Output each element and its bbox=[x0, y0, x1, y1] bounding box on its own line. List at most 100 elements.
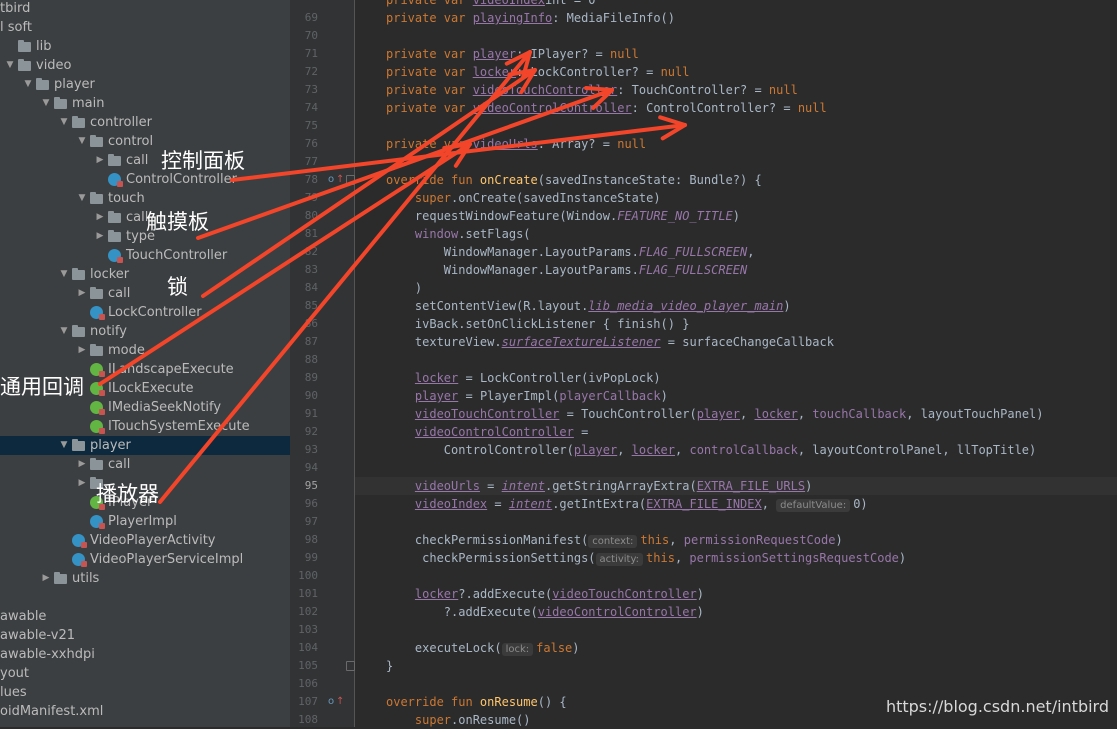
tree-item-awable[interactable]: awable bbox=[0, 607, 290, 626]
code-line[interactable]: } bbox=[386, 657, 393, 675]
chevron-right-icon[interactable]: ▶ bbox=[76, 455, 88, 474]
tree-item-main[interactable]: ▼ main bbox=[0, 94, 290, 113]
go-to-super-icon[interactable]: ↑ bbox=[336, 693, 344, 711]
chevron-right-icon[interactable]: ▶ bbox=[76, 341, 88, 360]
code-line[interactable]: checkPermissionManifest(context: this, pe… bbox=[386, 531, 843, 549]
tree-item-lockcontroller[interactable]: LockController bbox=[0, 303, 290, 322]
chevron-right-icon[interactable]: ▶ bbox=[76, 474, 88, 493]
folder-icon bbox=[90, 192, 103, 204]
code-line[interactable]: WindowManager.LayoutParams.FLAG_FULLSCRE… bbox=[386, 261, 747, 279]
code-line[interactable]: private var player: IPlayer? = null bbox=[386, 45, 639, 63]
tree-item-lib[interactable]: lib bbox=[0, 37, 290, 56]
code-line[interactable]: override fun onCreate(savedInstanceState… bbox=[386, 171, 762, 189]
tree-item-call[interactable]: ▶ call bbox=[0, 208, 290, 227]
code-line[interactable]: private var videoUrls: Array? = null bbox=[386, 135, 646, 153]
tree-item-mode[interactable]: ▶ mode bbox=[0, 341, 290, 360]
tree-item-blank-31[interactable] bbox=[0, 588, 290, 607]
line-number: 92 bbox=[304, 425, 318, 438]
tree-item-label: call bbox=[126, 153, 149, 168]
chevron-down-icon[interactable]: ▼ bbox=[58, 436, 70, 455]
tree-item-label: ILandscapeExecute bbox=[108, 362, 234, 377]
line-number: 101 bbox=[298, 587, 318, 600]
tree-item-touchcontroller[interactable]: TouchController bbox=[0, 246, 290, 265]
code-line[interactable]: player = PlayerImpl(playerCallback) bbox=[386, 387, 668, 405]
line-number: 88 bbox=[304, 353, 318, 366]
code-line[interactable]: videoUrls = intent.getStringArrayExtra(E… bbox=[386, 477, 812, 495]
tree-item-notify[interactable]: ▼ notify bbox=[0, 322, 290, 341]
tree-item-l-soft[interactable]: l soft bbox=[0, 18, 290, 37]
tree-item-player[interactable]: ▼ player bbox=[0, 436, 290, 455]
tree-item-video[interactable]: ▼ video bbox=[0, 56, 290, 75]
tree-item-call[interactable]: ▶ call bbox=[0, 284, 290, 303]
tree-item-controlcontroller[interactable]: ControlController bbox=[0, 170, 290, 189]
chevron-down-icon[interactable]: ▼ bbox=[58, 265, 70, 284]
code-line[interactable]: videoControlController = bbox=[386, 423, 588, 441]
chevron-down-icon[interactable]: ▼ bbox=[40, 94, 52, 113]
code-line[interactable]: override fun onResume() { bbox=[386, 693, 567, 711]
tree-item-locker[interactable]: ▼ locker bbox=[0, 265, 290, 284]
tree-item-lues[interactable]: lues bbox=[0, 683, 290, 702]
chevron-down-icon[interactable]: ▼ bbox=[76, 132, 88, 151]
annotation-player: 播放器 bbox=[96, 482, 159, 506]
code-line[interactable]: ControlController(player, locker, contro… bbox=[386, 441, 1036, 459]
tree-item-videoplayeractivity[interactable]: VideoPlayerActivity bbox=[0, 531, 290, 550]
chevron-right-icon[interactable]: ▶ bbox=[94, 151, 106, 170]
code-line[interactable]: locker = LockController(ivPopLock) bbox=[386, 369, 661, 387]
tree-item-imediaseeknotify[interactable]: IMediaSeekNotify bbox=[0, 398, 290, 417]
code-line[interactable]: videoIndex = intent.getIntExtra(EXTRA_FI… bbox=[386, 495, 868, 513]
fold-marker-icon[interactable] bbox=[346, 661, 355, 671]
override-marker-icon[interactable]: o bbox=[328, 693, 334, 711]
chevron-down-icon[interactable]: ▼ bbox=[58, 322, 70, 341]
code-line[interactable]: executeLock(lock: false) bbox=[386, 639, 580, 657]
tree-item-awable-v21[interactable]: awable-v21 bbox=[0, 626, 290, 645]
code-line[interactable]: requestWindowFeature(Window.FEATURE_NO_T… bbox=[386, 207, 740, 225]
code-line[interactable]: private var videoControlController: Cont… bbox=[386, 99, 827, 117]
tree-item-type[interactable]: ▶ type bbox=[0, 227, 290, 246]
code-line[interactable]: ) bbox=[386, 279, 422, 297]
code-line[interactable]: window.setFlags( bbox=[386, 225, 531, 243]
code-line[interactable]: private var locker: LockController? = nu… bbox=[386, 63, 689, 81]
override-marker-icon[interactable]: o bbox=[328, 171, 334, 189]
tree-item-player[interactable]: ▼ player bbox=[0, 75, 290, 94]
folder-icon bbox=[90, 458, 103, 470]
tree-item-oidmanifest-xml[interactable]: oidManifest.xml bbox=[0, 702, 290, 721]
go-to-super-icon[interactable]: ↑ bbox=[336, 171, 344, 189]
code-line[interactable]: private var videoIndexint = 0 bbox=[386, 0, 596, 9]
code-line[interactable]: setContentView(R.layout.lib_media_video_… bbox=[386, 297, 791, 315]
tree-item-controller[interactable]: ▼ controller bbox=[0, 113, 290, 132]
tree-item-awable-xxhdpi[interactable]: awable-xxhdpi bbox=[0, 645, 290, 664]
tree-item-yout[interactable]: yout bbox=[0, 664, 290, 683]
code-line[interactable]: super.onCreate(savedInstanceState) bbox=[386, 189, 661, 207]
tree-item-label: player bbox=[90, 438, 131, 453]
code-line[interactable]: videoTouchController = TouchController(p… bbox=[386, 405, 1044, 423]
tree-item-utils[interactable]: ▶ utils bbox=[0, 569, 290, 588]
chevron-right-icon[interactable]: ▶ bbox=[94, 208, 106, 227]
project-tree[interactable]: tbird l soft lib ▼ video ▼ player ▼ main ▼ control… bbox=[0, 0, 290, 727]
code-line[interactable]: ?.addExecute(videoControlController) bbox=[386, 603, 704, 621]
tree-item-touch[interactable]: ▼ touch bbox=[0, 189, 290, 208]
tree-item-itouchsystemexecute[interactable]: ITouchSystemExecute bbox=[0, 417, 290, 436]
chevron-down-icon[interactable]: ▼ bbox=[4, 56, 16, 75]
tree-item-call[interactable]: ▶ call bbox=[0, 151, 290, 170]
code-line[interactable]: checkPermissionSettings(activity: this, p… bbox=[386, 549, 906, 567]
chevron-down-icon[interactable]: ▼ bbox=[58, 113, 70, 132]
code-line[interactable]: WindowManager.LayoutParams.FLAG_FULLSCRE… bbox=[386, 243, 755, 261]
chevron-right-icon[interactable]: ▶ bbox=[40, 569, 52, 588]
code-editor[interactable]: private var videoIndexint = 0 private var… bbox=[355, 0, 1117, 727]
tree-item-call[interactable]: ▶ call bbox=[0, 455, 290, 474]
tree-item-tbird[interactable]: tbird bbox=[0, 0, 290, 18]
code-line[interactable]: private var playingInfo: MediaFileInfo() bbox=[386, 9, 675, 27]
code-line[interactable]: textureView.surfaceTextureListener = sur… bbox=[386, 333, 834, 351]
tree-item-control[interactable]: ▼ control bbox=[0, 132, 290, 151]
fold-marker-icon[interactable] bbox=[346, 175, 355, 185]
code-line[interactable]: super.onResume() bbox=[386, 711, 531, 727]
tree-item-playerimpl[interactable]: PlayerImpl bbox=[0, 512, 290, 531]
code-line[interactable]: ivBack.setOnClickListener { finish() } bbox=[386, 315, 690, 333]
chevron-right-icon[interactable]: ▶ bbox=[94, 227, 106, 246]
tree-item-videoplayerserviceimpl[interactable]: VideoPlayerServiceImpl bbox=[0, 550, 290, 569]
chevron-right-icon[interactable]: ▶ bbox=[76, 284, 88, 303]
code-line[interactable]: locker?.addExecute(videoTouchController) bbox=[386, 585, 704, 603]
code-line[interactable]: private var videoTouchController: TouchC… bbox=[386, 81, 798, 99]
chevron-down-icon[interactable]: ▼ bbox=[22, 75, 34, 94]
chevron-down-icon[interactable]: ▼ bbox=[76, 189, 88, 208]
